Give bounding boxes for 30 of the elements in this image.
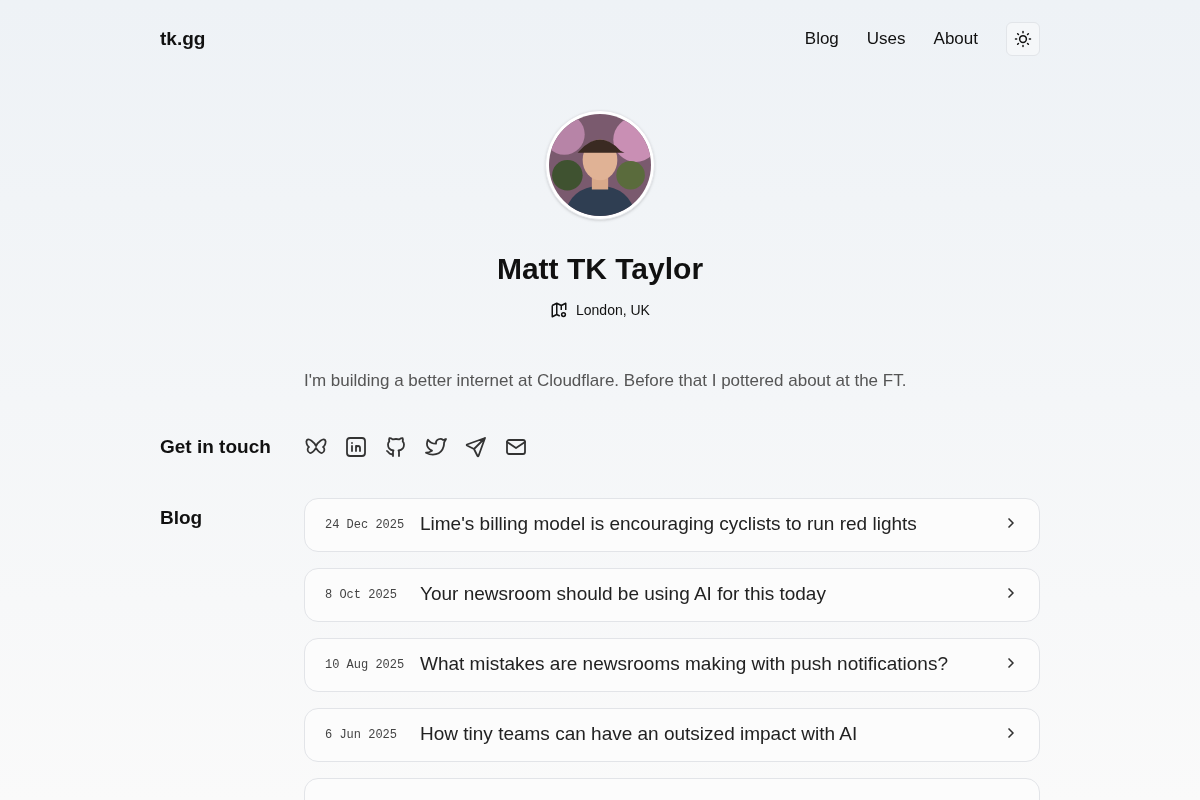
github-icon xyxy=(384,435,408,460)
site-title[interactable]: tk.gg xyxy=(160,24,206,54)
send-icon xyxy=(464,435,488,460)
nav-link[interactable]: About xyxy=(933,26,978,52)
social-link[interactable] xyxy=(344,435,368,460)
post-title: Lime's billing model is encouraging cyclists to run red lights xyxy=(420,512,918,537)
location-text: London, UK xyxy=(576,300,650,320)
post-date: 8 Oct 2025 xyxy=(325,586,398,604)
blog-post-card[interactable]: 10 Aug 2025 What mistakes are newsrooms making with push notifications? xyxy=(304,637,1040,692)
section-heading: Get in touch xyxy=(160,435,272,459)
post-date: 10 Aug 2025 xyxy=(325,656,406,674)
social-link[interactable] xyxy=(464,435,488,460)
post-date: 6 Jun 2025 xyxy=(325,726,398,744)
section-heading: Blog xyxy=(160,505,204,530)
profile-name: Matt TK Taylor xyxy=(496,251,704,287)
social-link[interactable] xyxy=(384,435,408,460)
bio-text: I'm building a better internet at Cloudflare. Before that I pottered about at the FT. xyxy=(304,369,908,392)
blog-post-card[interactable]: 8 Oct 2025 Your newsroom should be using AI for this today xyxy=(304,567,1040,622)
map-icon xyxy=(550,301,568,319)
post-title: What mistakes are newsrooms making with push notifications? xyxy=(420,652,949,677)
post-title: Your newsroom should be using AI for this today xyxy=(420,582,827,607)
blog-post-card[interactable]: 6 Jun 2025 How tiny teams can have an outsized impact with AI xyxy=(304,707,1040,762)
blog-post-card[interactable]: 24 Dec 2025 Lime's billing model is encouraging cyclists to run red lights xyxy=(304,497,1040,552)
sun-icon xyxy=(1014,30,1032,48)
linkedin-icon xyxy=(344,435,368,460)
nav-link[interactable]: Blog xyxy=(804,26,839,52)
post-title: How tiny teams can have an outsized impact with AI xyxy=(420,722,859,747)
theme-toggle-button[interactable] xyxy=(1006,22,1040,56)
nav-link[interactable]: Uses xyxy=(866,26,906,52)
post-date: 24 Dec 2025 xyxy=(325,516,406,534)
